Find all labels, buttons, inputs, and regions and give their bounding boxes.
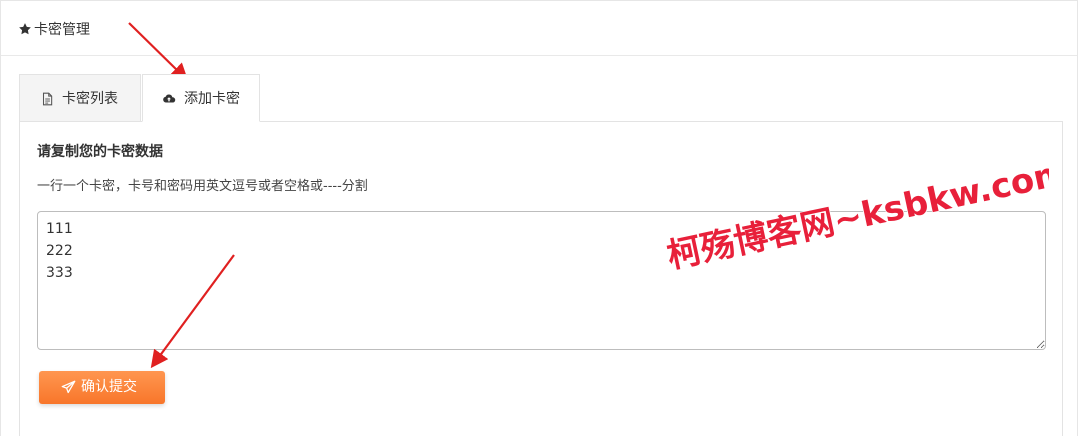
section-heading: 请复制您的卡密数据: [37, 144, 163, 160]
tab-card-list-label: 卡密列表: [62, 91, 118, 107]
tab-add-card-label: 添加卡密: [184, 91, 240, 107]
file-text-icon: [42, 92, 53, 106]
submit-button[interactable]: 确认提交: [39, 371, 165, 404]
paper-plane-icon: [61, 380, 76, 394]
star-icon: [19, 23, 31, 35]
format-hint: 一行一个卡密，卡号和密码用英文逗号或者空格或----分割: [37, 179, 368, 194]
cloud-upload-icon: [163, 94, 176, 103]
tab-card-list[interactable]: 卡密列表: [19, 74, 141, 122]
page-title: 卡密管理: [34, 22, 90, 38]
submit-button-label: 确认提交: [81, 379, 137, 395]
page: 卡密管理 卡密列表 添加卡密 请复制您的卡密数据 一行一个卡密，卡号和密码用英文…: [0, 0, 1078, 436]
tab-add-card[interactable]: 添加卡密: [142, 74, 260, 122]
card-header: 卡密管理: [1, 1, 1077, 56]
card-data-textarea[interactable]: [37, 211, 1046, 350]
